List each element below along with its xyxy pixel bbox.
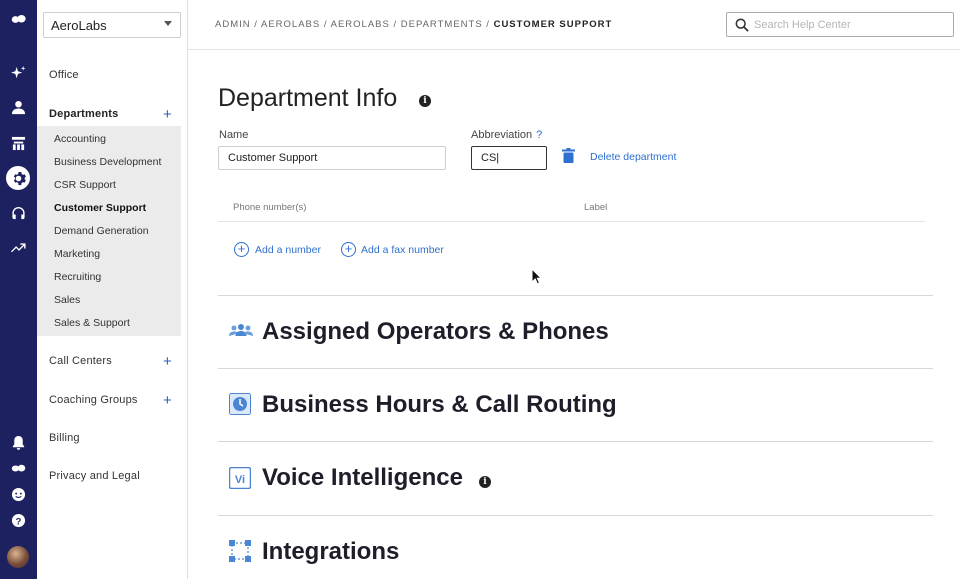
department-item[interactable]: Demand Generation xyxy=(54,225,149,237)
section-operators-phones[interactable]: Assigned Operators & Phones xyxy=(262,318,609,346)
section-integrations[interactable]: Integrations xyxy=(262,538,399,566)
clock-icon xyxy=(229,393,251,415)
svg-text:Vi: Vi xyxy=(235,474,245,486)
headset-icon[interactable] xyxy=(6,201,30,225)
person-icon[interactable] xyxy=(6,95,30,119)
phone-table-divider xyxy=(218,221,925,222)
department-item-active[interactable]: Customer Support xyxy=(54,202,146,214)
abbreviation-label-text: Abbreviation xyxy=(471,129,533,141)
header-divider xyxy=(188,49,960,50)
search-icon xyxy=(735,18,749,32)
department-item[interactable]: Marketing xyxy=(54,248,100,260)
sidebar-item-coaching-groups[interactable]: Coaching Groups xyxy=(49,394,138,406)
settings-sidebar: AeroLabs Office Departments + Accounting… xyxy=(37,0,188,579)
department-item[interactable]: Accounting xyxy=(54,133,106,145)
add-fax-number-link[interactable]: Add a fax number xyxy=(361,244,444,256)
face-icon[interactable] xyxy=(6,482,30,506)
svg-text:?: ? xyxy=(15,516,21,526)
section-divider xyxy=(218,441,933,442)
org-select[interactable]: AeroLabs xyxy=(43,12,181,38)
section-divider xyxy=(218,368,933,369)
add-call-center-icon[interactable]: + xyxy=(163,354,172,369)
add-number-link[interactable]: Add a number xyxy=(255,244,321,256)
section-business-hours[interactable]: Business Hours & Call Routing xyxy=(262,391,617,419)
settings-icon[interactable] xyxy=(6,166,30,190)
name-field-value: Customer Support xyxy=(228,152,318,164)
department-item[interactable]: Business Development xyxy=(54,156,161,168)
info-icon[interactable]: i xyxy=(479,476,491,488)
avatar[interactable] xyxy=(7,546,29,568)
integrations-icon xyxy=(229,540,251,562)
search-input[interactable] xyxy=(754,15,944,34)
add-department-icon[interactable]: + xyxy=(163,107,172,122)
abbreviation-field-value: CS| xyxy=(481,152,500,164)
breadcrumb: ADMIN / AEROLABS / AEROLABS / DEPARTMENT… xyxy=(215,19,612,30)
abbreviation-field[interactable]: CS| xyxy=(471,146,547,170)
add-circle-icon[interactable]: + xyxy=(234,242,249,257)
name-label: Name xyxy=(219,129,249,141)
name-field[interactable]: Customer Support xyxy=(218,146,446,170)
help-tooltip-icon[interactable]: ? xyxy=(536,129,542,141)
trash-icon[interactable] xyxy=(562,148,575,163)
department-item[interactable]: CSR Support xyxy=(54,179,116,191)
vi-icon: Vi xyxy=(229,467,251,489)
section-divider xyxy=(218,295,933,296)
department-item[interactable]: Recruiting xyxy=(54,271,101,283)
search-box[interactable] xyxy=(726,12,954,37)
sidebar-item-call-centers[interactable]: Call Centers xyxy=(49,355,112,367)
app-rail: ? xyxy=(0,0,37,579)
sidebar-item-privacy[interactable]: Privacy and Legal xyxy=(49,470,140,482)
sidebar-item-office[interactable]: Office xyxy=(49,69,79,81)
logo-icon[interactable] xyxy=(6,7,30,31)
sidebar-item-departments[interactable]: Departments xyxy=(49,108,118,120)
phone-column-header: Phone number(s) xyxy=(233,202,307,213)
chevron-down-icon xyxy=(164,21,172,26)
help-icon[interactable]: ? xyxy=(6,508,30,532)
org-select-value: AeroLabs xyxy=(51,18,107,33)
bell-icon[interactable] xyxy=(6,430,30,454)
department-item[interactable]: Sales xyxy=(54,294,80,306)
section-voice-intelligence[interactable]: Voice Intelligence xyxy=(262,464,463,492)
label-column-header: Label xyxy=(584,202,608,213)
add-coaching-group-icon[interactable]: + xyxy=(163,393,172,408)
sidebar-item-billing[interactable]: Billing xyxy=(49,432,80,444)
delete-department-link[interactable]: Delete department xyxy=(590,151,676,163)
departments-list: Accounting Business Development CSR Supp… xyxy=(37,126,181,336)
brand-icon[interactable] xyxy=(6,456,30,480)
sparkle-icon[interactable] xyxy=(6,61,30,85)
analytics-icon[interactable] xyxy=(6,236,30,260)
section-divider xyxy=(218,515,933,516)
breadcrumb-current: CUSTOMER SUPPORT xyxy=(493,19,613,30)
page-title: Department Info xyxy=(218,84,398,112)
abbreviation-label: Abbreviation? xyxy=(471,129,542,141)
department-item[interactable]: Sales & Support xyxy=(54,317,130,329)
add-circle-icon[interactable]: + xyxy=(341,242,356,257)
mouse-cursor-icon xyxy=(531,268,543,285)
breadcrumb-path[interactable]: ADMIN / AEROLABS / AEROLABS / DEPARTMENT… xyxy=(215,19,490,30)
operators-icon xyxy=(229,324,253,336)
org-icon[interactable] xyxy=(6,131,30,155)
info-icon[interactable]: i xyxy=(419,95,431,107)
